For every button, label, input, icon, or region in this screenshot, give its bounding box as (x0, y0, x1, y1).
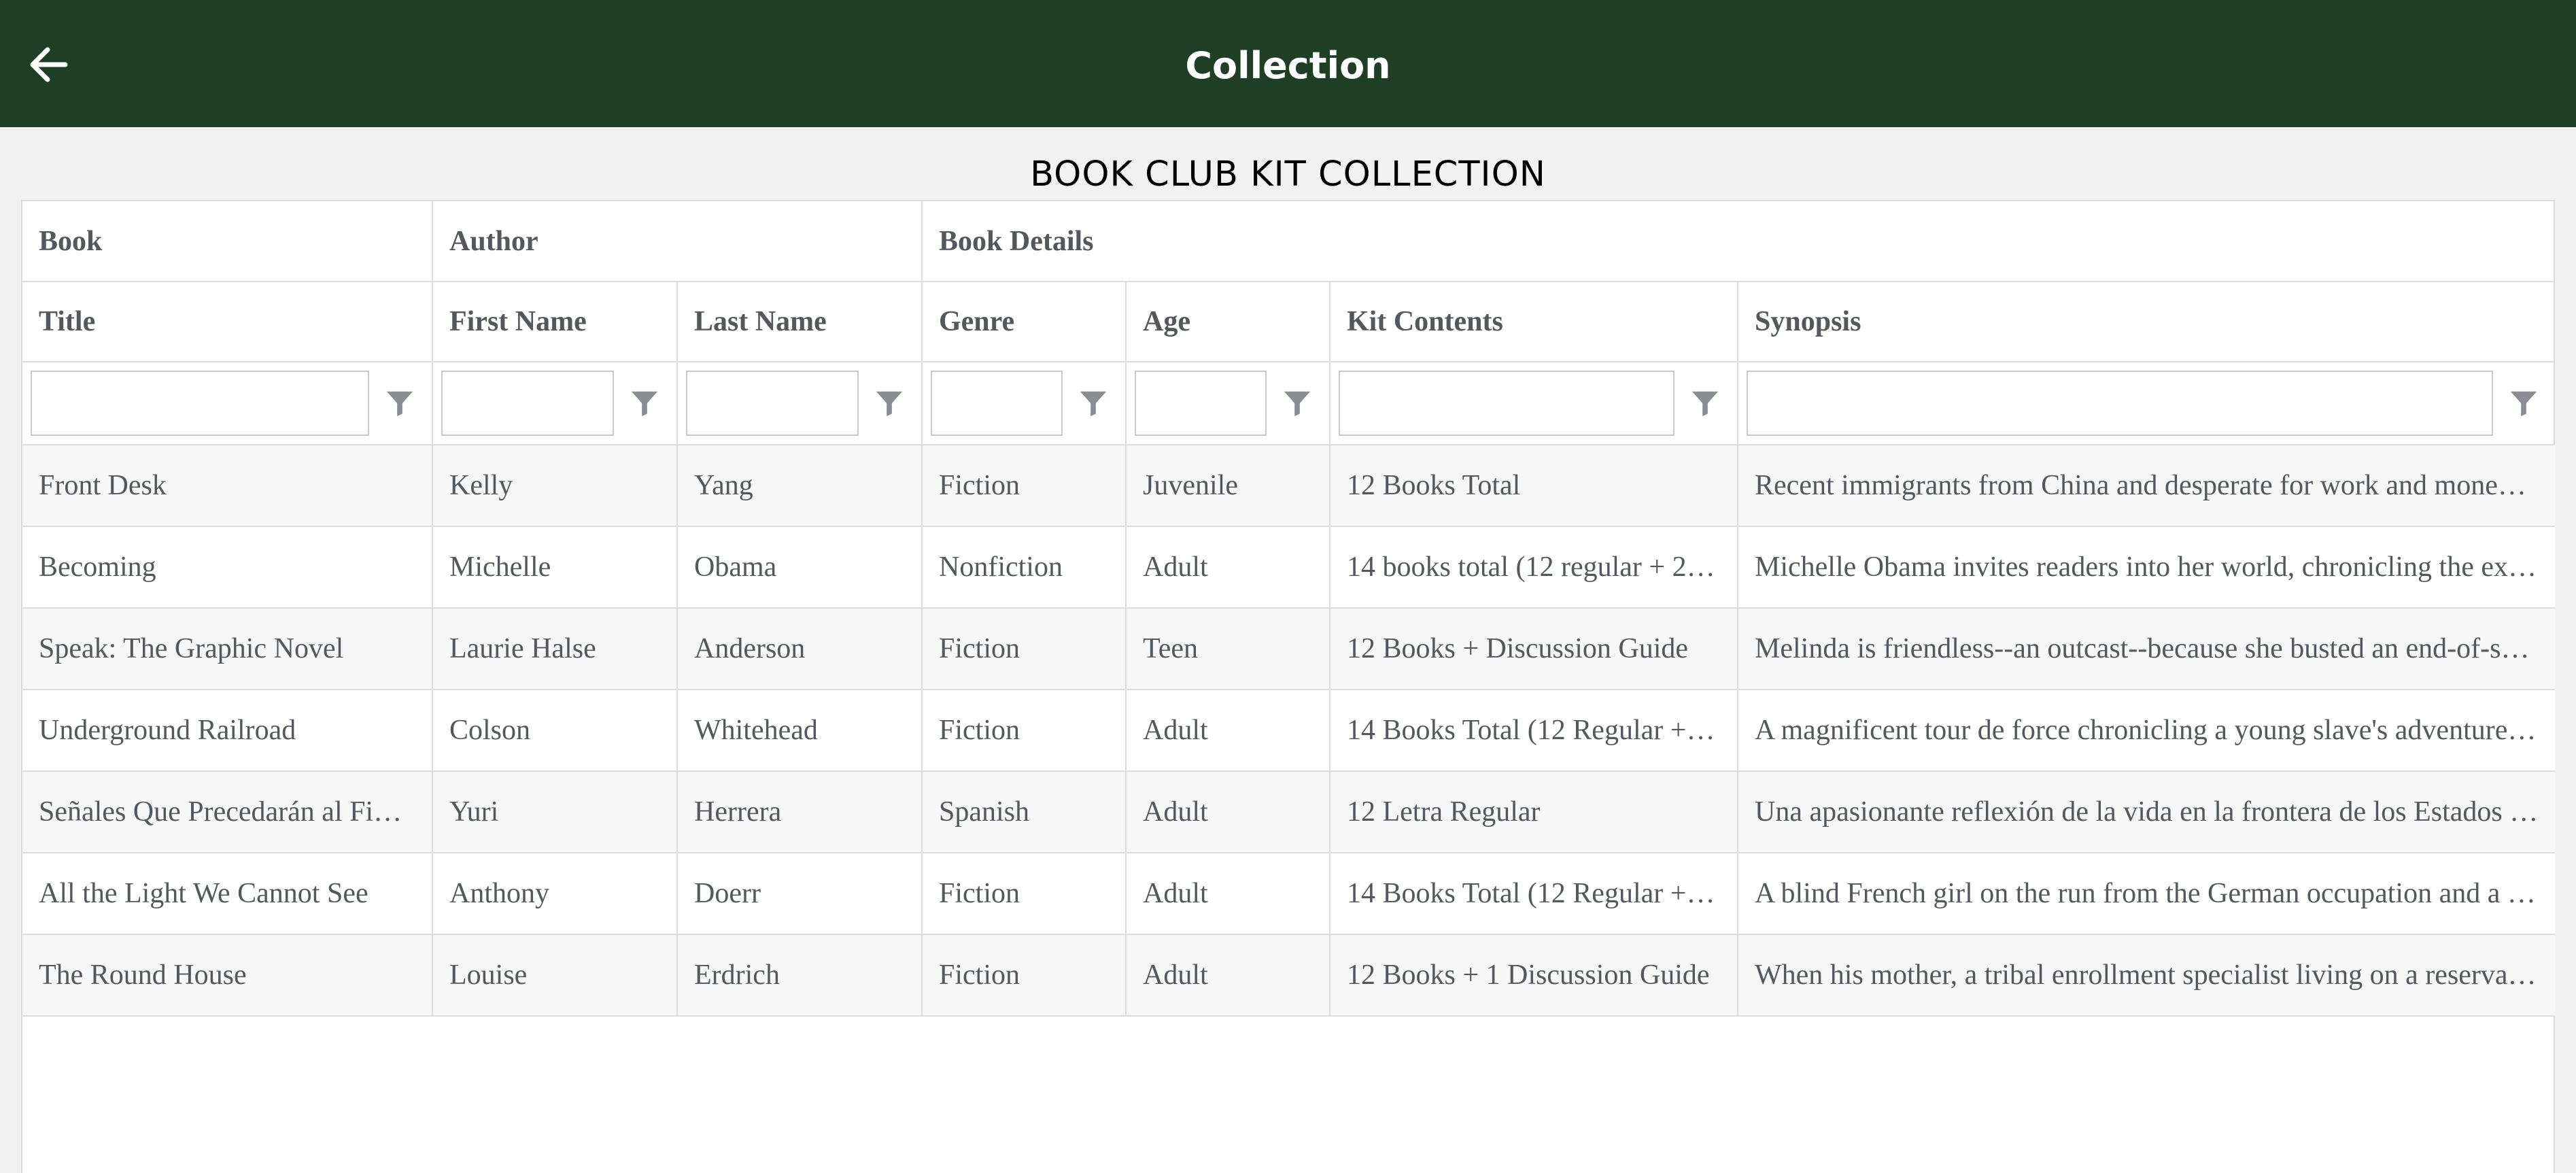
cell-kit-contents: 14 Books Total (12 Regular + 2 Large Pri… (1329, 852, 1738, 935)
cell-genre: Fiction (921, 934, 1127, 1017)
group-header-author: Author (432, 201, 923, 282)
filter-cell-genre (921, 361, 1127, 445)
funnel-filter-icon[interactable] (629, 388, 660, 419)
filter-input-last-name[interactable] (686, 371, 859, 436)
cell-last-name: Yang (676, 444, 923, 527)
table-row[interactable]: All the Light We Cannot See Anthony Doer… (22, 852, 2556, 935)
cell-first-name: Michelle (432, 526, 678, 609)
table-row[interactable]: Señales Que Precedarán al Fin del Mundo … (22, 770, 2556, 853)
filter-cell-first-name (432, 361, 678, 445)
cell-title: Señales Que Precedarán al Fin del Mundo (22, 770, 433, 853)
filter-input-title[interactable] (31, 371, 369, 436)
page-heading: BOOK CLUB KIT COLLECTION (1030, 154, 1546, 194)
table-row[interactable]: Front Desk Kelly Yang Fiction Juvenile 1… (22, 444, 2556, 527)
table-row[interactable]: Underground Railroad Colson Whitehead Fi… (22, 689, 2556, 772)
cell-genre: Nonfiction (921, 526, 1127, 609)
column-header-age[interactable]: Age (1125, 281, 1330, 362)
filter-input-age[interactable] (1135, 371, 1267, 436)
cell-title: All the Light We Cannot See (22, 852, 433, 935)
filter-cell-kit-contents (1329, 361, 1738, 445)
cell-last-name: Herrera (676, 770, 923, 853)
cell-age: Juvenile (1125, 444, 1330, 527)
column-header-genre[interactable]: Genre (921, 281, 1127, 362)
funnel-filter-icon[interactable] (2508, 388, 2539, 419)
cell-genre: Fiction (921, 852, 1127, 935)
cell-genre: Fiction (921, 444, 1127, 527)
cell-synopsis: Melinda is friendless--an outcast--becau… (1736, 607, 2556, 690)
cell-age: Teen (1125, 607, 1330, 690)
cell-first-name: Kelly (432, 444, 678, 527)
app-title: Collection (1185, 44, 1391, 87)
column-header-first-name[interactable]: First Name (432, 281, 678, 362)
cell-first-name: Colson (432, 689, 678, 772)
cell-kit-contents: 12 Books Total (1329, 444, 1738, 527)
table-row[interactable]: Speak: The Graphic Novel Laurie Halse An… (22, 607, 2556, 690)
cell-age: Adult (1125, 852, 1330, 935)
cell-title: Becoming (22, 526, 433, 609)
filter-input-genre[interactable] (931, 371, 1063, 436)
cell-first-name: Anthony (432, 852, 678, 935)
cell-synopsis: Una apasionante reflexión de la vida en … (1736, 770, 2556, 853)
filter-cell-last-name (676, 361, 923, 445)
cell-age: Adult (1125, 526, 1330, 609)
cell-first-name: Laurie Halse (432, 607, 678, 690)
cell-title: Underground Railroad (22, 689, 433, 772)
column-header-kit-contents[interactable]: Kit Contents (1329, 281, 1738, 362)
group-header-row: Book Author Book Details (22, 201, 2556, 282)
filter-cell-title (22, 361, 433, 445)
column-header-row: Title First Name Last Name Genre Age Kit… (22, 281, 2556, 362)
column-header-title[interactable]: Title (22, 281, 433, 362)
funnel-filter-icon[interactable] (384, 388, 415, 419)
group-header-book-details: Book Details (921, 201, 2556, 282)
cell-kit-contents: 12 Books + Discussion Guide (1329, 607, 1738, 690)
funnel-filter-icon[interactable] (874, 388, 905, 419)
cell-genre: Fiction (921, 607, 1127, 690)
cell-kit-contents: 12 Letra Regular (1329, 770, 1738, 853)
group-header-book: Book (22, 201, 433, 282)
cell-kit-contents: 14 books total (12 regular + 2 large pri… (1329, 526, 1738, 609)
cell-last-name: Obama (676, 526, 923, 609)
cell-last-name: Erdrich (676, 934, 923, 1017)
filter-input-first-name[interactable] (441, 371, 614, 436)
cell-kit-contents: 12 Books + 1 Discussion Guide (1329, 934, 1738, 1017)
cell-synopsis: When his mother, a tribal enrollment spe… (1736, 934, 2556, 1017)
funnel-filter-icon[interactable] (1078, 388, 1109, 419)
filter-cell-synopsis (1736, 361, 2556, 445)
cell-synopsis: A blind French girl on the run from the … (1736, 852, 2556, 935)
cell-genre: Spanish (921, 770, 1127, 853)
collection-grid: Book Author Book Details Title First Nam… (21, 200, 2556, 1173)
cell-title: Front Desk (22, 444, 433, 527)
cell-age: Adult (1125, 934, 1330, 1017)
filter-input-kit-contents[interactable] (1339, 371, 1675, 436)
filter-input-synopsis[interactable] (1747, 371, 2493, 436)
cell-first-name: Louise (432, 934, 678, 1017)
cell-synopsis: Michelle Obama invites readers into her … (1736, 526, 2556, 609)
column-header-synopsis[interactable]: Synopsis (1736, 281, 2556, 362)
funnel-filter-icon[interactable] (1282, 388, 1313, 419)
cell-last-name: Whitehead (676, 689, 923, 772)
cell-synopsis: Recent immigrants from China and despera… (1736, 444, 2556, 527)
column-header-last-name[interactable]: Last Name (676, 281, 923, 362)
cell-first-name: Yuri (432, 770, 678, 853)
cell-age: Adult (1125, 770, 1330, 853)
cell-title: The Round House (22, 934, 433, 1017)
cell-last-name: Anderson (676, 607, 923, 690)
filter-row (22, 361, 2556, 445)
table-row[interactable]: The Round House Louise Erdrich Fiction A… (22, 934, 2556, 1017)
funnel-filter-icon[interactable] (1689, 388, 1721, 419)
cell-age: Adult (1125, 689, 1330, 772)
cell-synopsis: A magnificent tour de force chronicling … (1736, 689, 2556, 772)
collection-table: Book Author Book Details Title First Nam… (22, 201, 2556, 1017)
table-row[interactable]: Becoming Michelle Obama Nonfiction Adult… (22, 526, 2556, 609)
cell-kit-contents: 14 Books Total (12 Regular + 2 Large Pri… (1329, 689, 1738, 772)
cell-last-name: Doerr (676, 852, 923, 935)
cell-genre: Fiction (921, 689, 1127, 772)
cell-title: Speak: The Graphic Novel (22, 607, 433, 690)
app-bar: Collection (0, 0, 2576, 127)
filter-cell-age (1125, 361, 1330, 445)
